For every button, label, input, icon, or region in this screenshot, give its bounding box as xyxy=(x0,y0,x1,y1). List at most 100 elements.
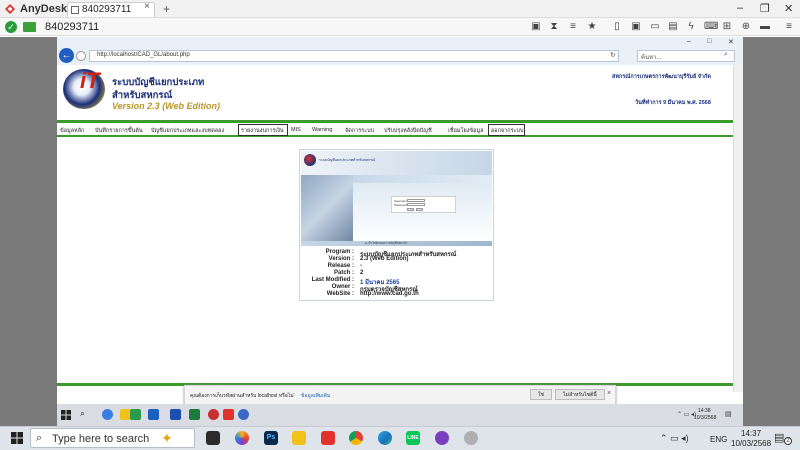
display-icon[interactable]: ▭ xyxy=(650,22,660,32)
remote-start-icon[interactable] xyxy=(61,410,71,420)
menu-item-initial-entry[interactable]: บันทึกรายการขึ้นต้น xyxy=(95,127,143,135)
keyboard-icon[interactable]: ⌨ xyxy=(704,22,718,32)
menu-item-logout[interactable]: ออกจากระบบ xyxy=(491,127,523,135)
info-label-owner: Owner : xyxy=(331,284,354,290)
browser-titlebar xyxy=(57,37,743,47)
keyboard-action-icon[interactable]: ▣ xyxy=(631,22,641,32)
menu-item-ledger[interactable]: บัญชีแยกประเภทและงบทดลอง xyxy=(151,127,224,135)
info-label-release: Release : xyxy=(327,263,354,269)
about-panel-header xyxy=(301,151,492,175)
file-icon[interactable]: ▯ xyxy=(612,22,622,32)
anydesk-titlebar: AnyDesk 840293711 × + – ❐ ✕ xyxy=(0,0,800,18)
start-icon[interactable] xyxy=(11,432,23,444)
line-app-icon[interactable]: LINE xyxy=(406,431,420,445)
record-icon[interactable]: ▬ xyxy=(760,22,770,32)
panel-photo xyxy=(301,175,353,241)
taskbar-search-icon: ⌕ xyxy=(36,432,43,444)
connected-check-icon: ✓ xyxy=(5,21,17,33)
minimize-icon[interactable]: – xyxy=(737,2,743,14)
privacy-icon[interactable]: ⊞ xyxy=(722,22,732,32)
tray-icons[interactable]: ⌃ ▭ ◂) xyxy=(660,433,689,444)
close-icon[interactable]: ✕ xyxy=(784,2,793,15)
browser-minimize-icon[interactable]: – xyxy=(687,38,691,45)
panel-footer-link[interactable]: ● เว็บไซต์กรมตรวจบัญชีสหกรณ์ xyxy=(365,241,407,246)
remote-ie-icon[interactable] xyxy=(148,409,159,420)
app-icon-purple[interactable] xyxy=(435,431,449,445)
remote-chrome-icon[interactable] xyxy=(238,409,249,420)
remote-clock-time: 14:38 xyxy=(698,408,711,414)
notification-close-icon[interactable]: × xyxy=(607,390,611,397)
login-password-label: Password xyxy=(394,203,408,207)
copilot-sparkle-icon[interactable]: ✦ xyxy=(161,430,173,447)
menu-item-data-link[interactable]: เชื่อมโยงข้อมูล xyxy=(448,127,483,135)
chat-icon[interactable]: ▣ xyxy=(531,22,541,32)
new-tab-icon[interactable]: + xyxy=(163,2,170,16)
menu-item-mis[interactable]: MIS xyxy=(291,127,301,133)
menu-item-post-closing[interactable]: ปรับปรุงหลังปิดบัญชี xyxy=(384,127,432,135)
login-password-field[interactable] xyxy=(407,203,425,206)
info-label-patch: Patch : xyxy=(333,270,354,276)
forward-button[interactable] xyxy=(76,51,86,61)
notification-count-badge: 2 xyxy=(784,437,792,445)
back-button[interactable]: ← xyxy=(59,48,74,63)
menu-icon[interactable]: ≡ xyxy=(784,22,794,32)
input-language[interactable]: ENG xyxy=(710,435,727,444)
task-view-icon[interactable] xyxy=(206,431,220,445)
photoshop-icon[interactable]: Ps xyxy=(264,431,278,445)
menu-item-master-data[interactable]: ข้อมูลหลัก xyxy=(60,127,84,135)
anydesk-logo-icon xyxy=(5,4,15,14)
anydesk-toolbar: ✓ 840293711 ▣ ⧗ ≡ ★ ▯ ▣ ▭ ▤ ϟ ⌨ ⊞ ⊕ ▬ ≡ xyxy=(0,18,800,36)
clock-time[interactable]: 14:37 xyxy=(741,429,761,438)
remote-app-icon[interactable] xyxy=(130,409,141,420)
hourglass-icon[interactable]: ⧗ xyxy=(549,22,559,32)
remote-app2-icon[interactable] xyxy=(208,409,219,420)
photos-icon[interactable] xyxy=(235,431,249,445)
remote-edge-icon[interactable] xyxy=(102,409,113,420)
site-work-date: วันที่ทำการ 9 มีนาคม พ.ศ. 2568 xyxy=(635,100,711,106)
tab-close-icon[interactable]: × xyxy=(144,1,150,12)
remote-word-icon[interactable] xyxy=(170,409,181,420)
anydesk-tab-label: 840293711 xyxy=(82,4,132,15)
login-username-field[interactable] xyxy=(407,199,425,202)
login-cancel-button[interactable] xyxy=(416,208,423,211)
edge-icon[interactable] xyxy=(378,431,392,445)
remote-excel-icon[interactable] xyxy=(189,409,200,420)
browser-maximize-icon[interactable]: □ xyxy=(707,38,711,45)
browser-search-placeholder: ค้นหา... xyxy=(641,55,662,61)
remote-search-icon[interactable]: ⌕ xyxy=(80,408,85,419)
database-icon[interactable]: ≡ xyxy=(568,22,578,32)
file-explorer-icon[interactable] xyxy=(292,431,306,445)
info-label-version: Version : xyxy=(328,256,354,262)
remote-monitor-icon[interactable] xyxy=(23,22,36,32)
remote-taskbar xyxy=(57,404,743,426)
star-icon[interactable]: ★ xyxy=(587,22,597,32)
search-icon[interactable]: ⌕ xyxy=(724,51,728,59)
address-bar-url: http://localhost/CAD_GL/about.php xyxy=(97,52,190,58)
chrome-icon[interactable] xyxy=(349,431,363,445)
notification-text: คุณต้องการเก็บรหัสผ่านสำหรับ localhost ห… xyxy=(190,393,294,399)
plus-square-icon[interactable]: ⊕ xyxy=(741,22,751,32)
menu-item-warning[interactable]: Warning xyxy=(312,127,332,133)
menu-item-system[interactable]: จัดการระบบ xyxy=(345,127,374,135)
browser-close-icon[interactable]: ✕ xyxy=(728,38,734,46)
menu-item-financial-report[interactable]: รายงานงบการเงิน xyxy=(241,127,284,135)
remote-margin-left xyxy=(0,37,57,426)
refresh-icon[interactable]: ↻ xyxy=(610,51,616,59)
anydesk-taskbar-icon[interactable] xyxy=(321,431,335,445)
clock-date[interactable]: 10/03/2568 xyxy=(731,439,771,448)
site-version: Version 2.3 (Web Edition) xyxy=(112,101,221,111)
chat-bubble-icon[interactable]: ▤ xyxy=(668,22,678,32)
info-value-website[interactable]: http://www.cad.go.th xyxy=(360,291,419,297)
maximize-icon[interactable]: ❐ xyxy=(760,2,770,15)
remote-anydesk-icon[interactable] xyxy=(223,409,234,420)
panel-header-text: ระบบบัญชีแยกประเภทสำหรับสหกรณ์ xyxy=(319,158,376,162)
notification-more-info-link[interactable]: ข้อมูลเพิ่มเติม xyxy=(301,392,330,400)
app-icon-gray[interactable] xyxy=(464,431,478,445)
anydesk-session-tab[interactable]: 840293711 xyxy=(67,2,155,17)
browser-scrollbar[interactable] xyxy=(733,65,743,392)
notification-yes-button[interactable]: ใช่ xyxy=(530,389,552,400)
login-submit-button[interactable] xyxy=(407,208,414,211)
lightning-icon[interactable]: ϟ xyxy=(686,22,696,32)
notification-no-button[interactable]: ไม่สำหรับไซต์นี้ xyxy=(555,389,605,400)
remote-notification-icon[interactable]: ▤ xyxy=(725,410,732,418)
